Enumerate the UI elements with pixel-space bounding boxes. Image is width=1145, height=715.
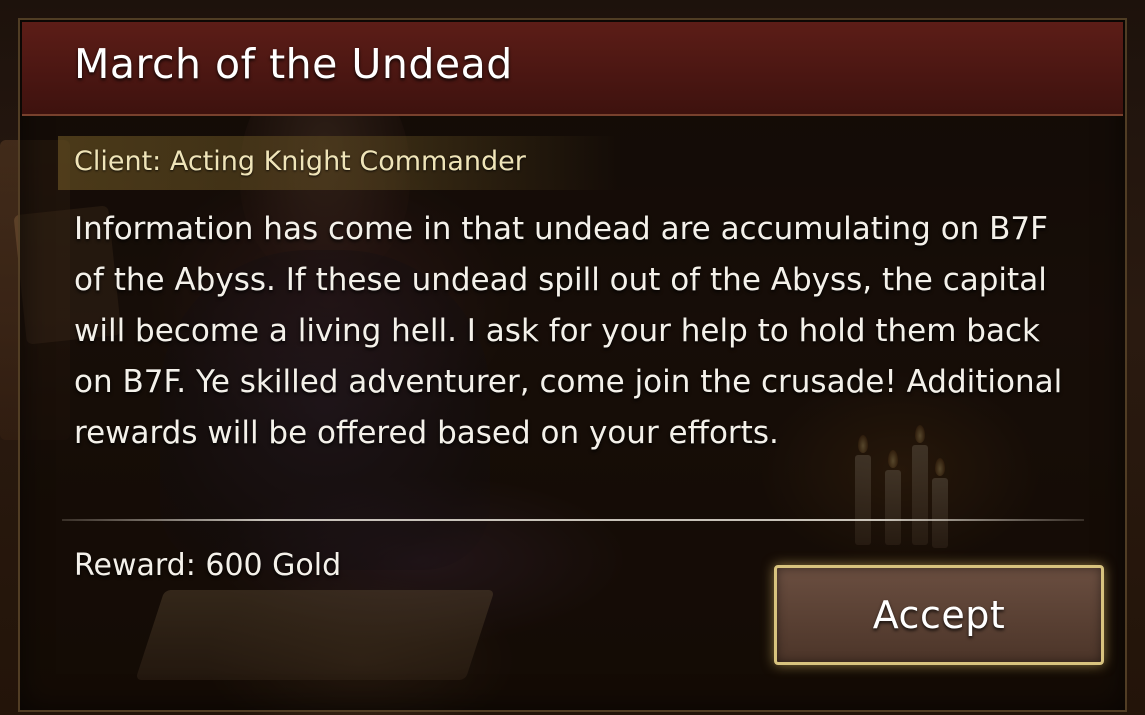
quest-reward: Reward: 600 Gold [74,548,342,583]
quest-dialog-screen: March of the Undead Client: Acting Knigh… [0,0,1145,715]
accept-button[interactable]: Accept [774,565,1104,665]
quest-title: March of the Undead [74,40,513,88]
section-divider [62,519,1084,521]
accept-button-label: Accept [872,593,1006,637]
quest-description: Information has come in that undead are … [74,211,1063,451]
quest-client: Client: Acting Knight Commander [74,146,526,177]
